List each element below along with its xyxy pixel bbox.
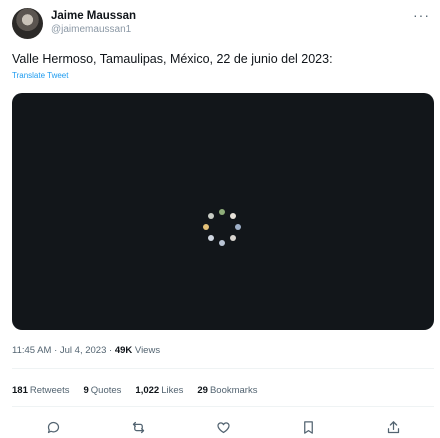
stat-count: 1,022 (135, 385, 160, 396)
loading-spinner-icon (202, 208, 242, 248)
more-options-icon[interactable]: ··· (413, 7, 430, 23)
tweet-time[interactable]: 11:45 AM (12, 345, 51, 356)
views-label: Views (134, 345, 161, 356)
bookmark-icon[interactable] (298, 417, 318, 437)
stat-quotes[interactable]: 9 Quotes (83, 385, 121, 396)
tweet-meta: 11:45 AM · Jul 4, 2023 · 49K Views (12, 345, 160, 356)
stat-likes[interactable]: 1,022 Likes (135, 385, 183, 396)
retweet-icon[interactable] (128, 417, 148, 437)
meta-separator: · (51, 345, 60, 356)
author-names: Jaime Maussan @jaimemaussan1 (51, 9, 136, 37)
author-display-name[interactable]: Jaime Maussan (51, 9, 136, 23)
stat-count: 9 (83, 385, 89, 396)
action-bar (0, 417, 440, 437)
video-player[interactable] (12, 93, 434, 330)
author-handle[interactable]: @jaimemaussan1 (51, 23, 136, 37)
reply-icon[interactable] (43, 417, 63, 437)
share-icon[interactable] (383, 417, 403, 437)
divider (12, 368, 434, 369)
translate-tweet-link[interactable]: Translate Tweet (12, 71, 68, 80)
tweet-text: Valle Hermoso, Tamaulipas, México, 22 de… (12, 52, 333, 66)
stat-retweets[interactable]: 181 Retweets (12, 385, 69, 396)
divider (12, 406, 434, 407)
tweet-date[interactable]: Jul 4, 2023 (60, 345, 106, 356)
meta-separator: · (106, 345, 115, 356)
stat-bookmarks[interactable]: 29 Bookmarks (197, 385, 257, 396)
tweet: Jaime Maussan @jaimemaussan1 ··· Valle H… (0, 0, 440, 438)
like-icon[interactable] (213, 417, 233, 437)
stat-count: 29 (197, 385, 208, 396)
stat-label: Quotes (90, 385, 122, 396)
stat-label: Bookmarks (209, 385, 258, 396)
avatar[interactable] (12, 7, 43, 39)
stat-count: 181 (12, 385, 28, 396)
tweet-header: Jaime Maussan @jaimemaussan1 (12, 6, 136, 40)
views-count: 49K (114, 345, 133, 356)
stat-label: Likes (161, 385, 184, 396)
tweet-stats: 181 Retweets 9 Quotes 1,022 Likes 29 Bookmar… (12, 385, 257, 396)
stat-label: Retweets (29, 385, 70, 396)
